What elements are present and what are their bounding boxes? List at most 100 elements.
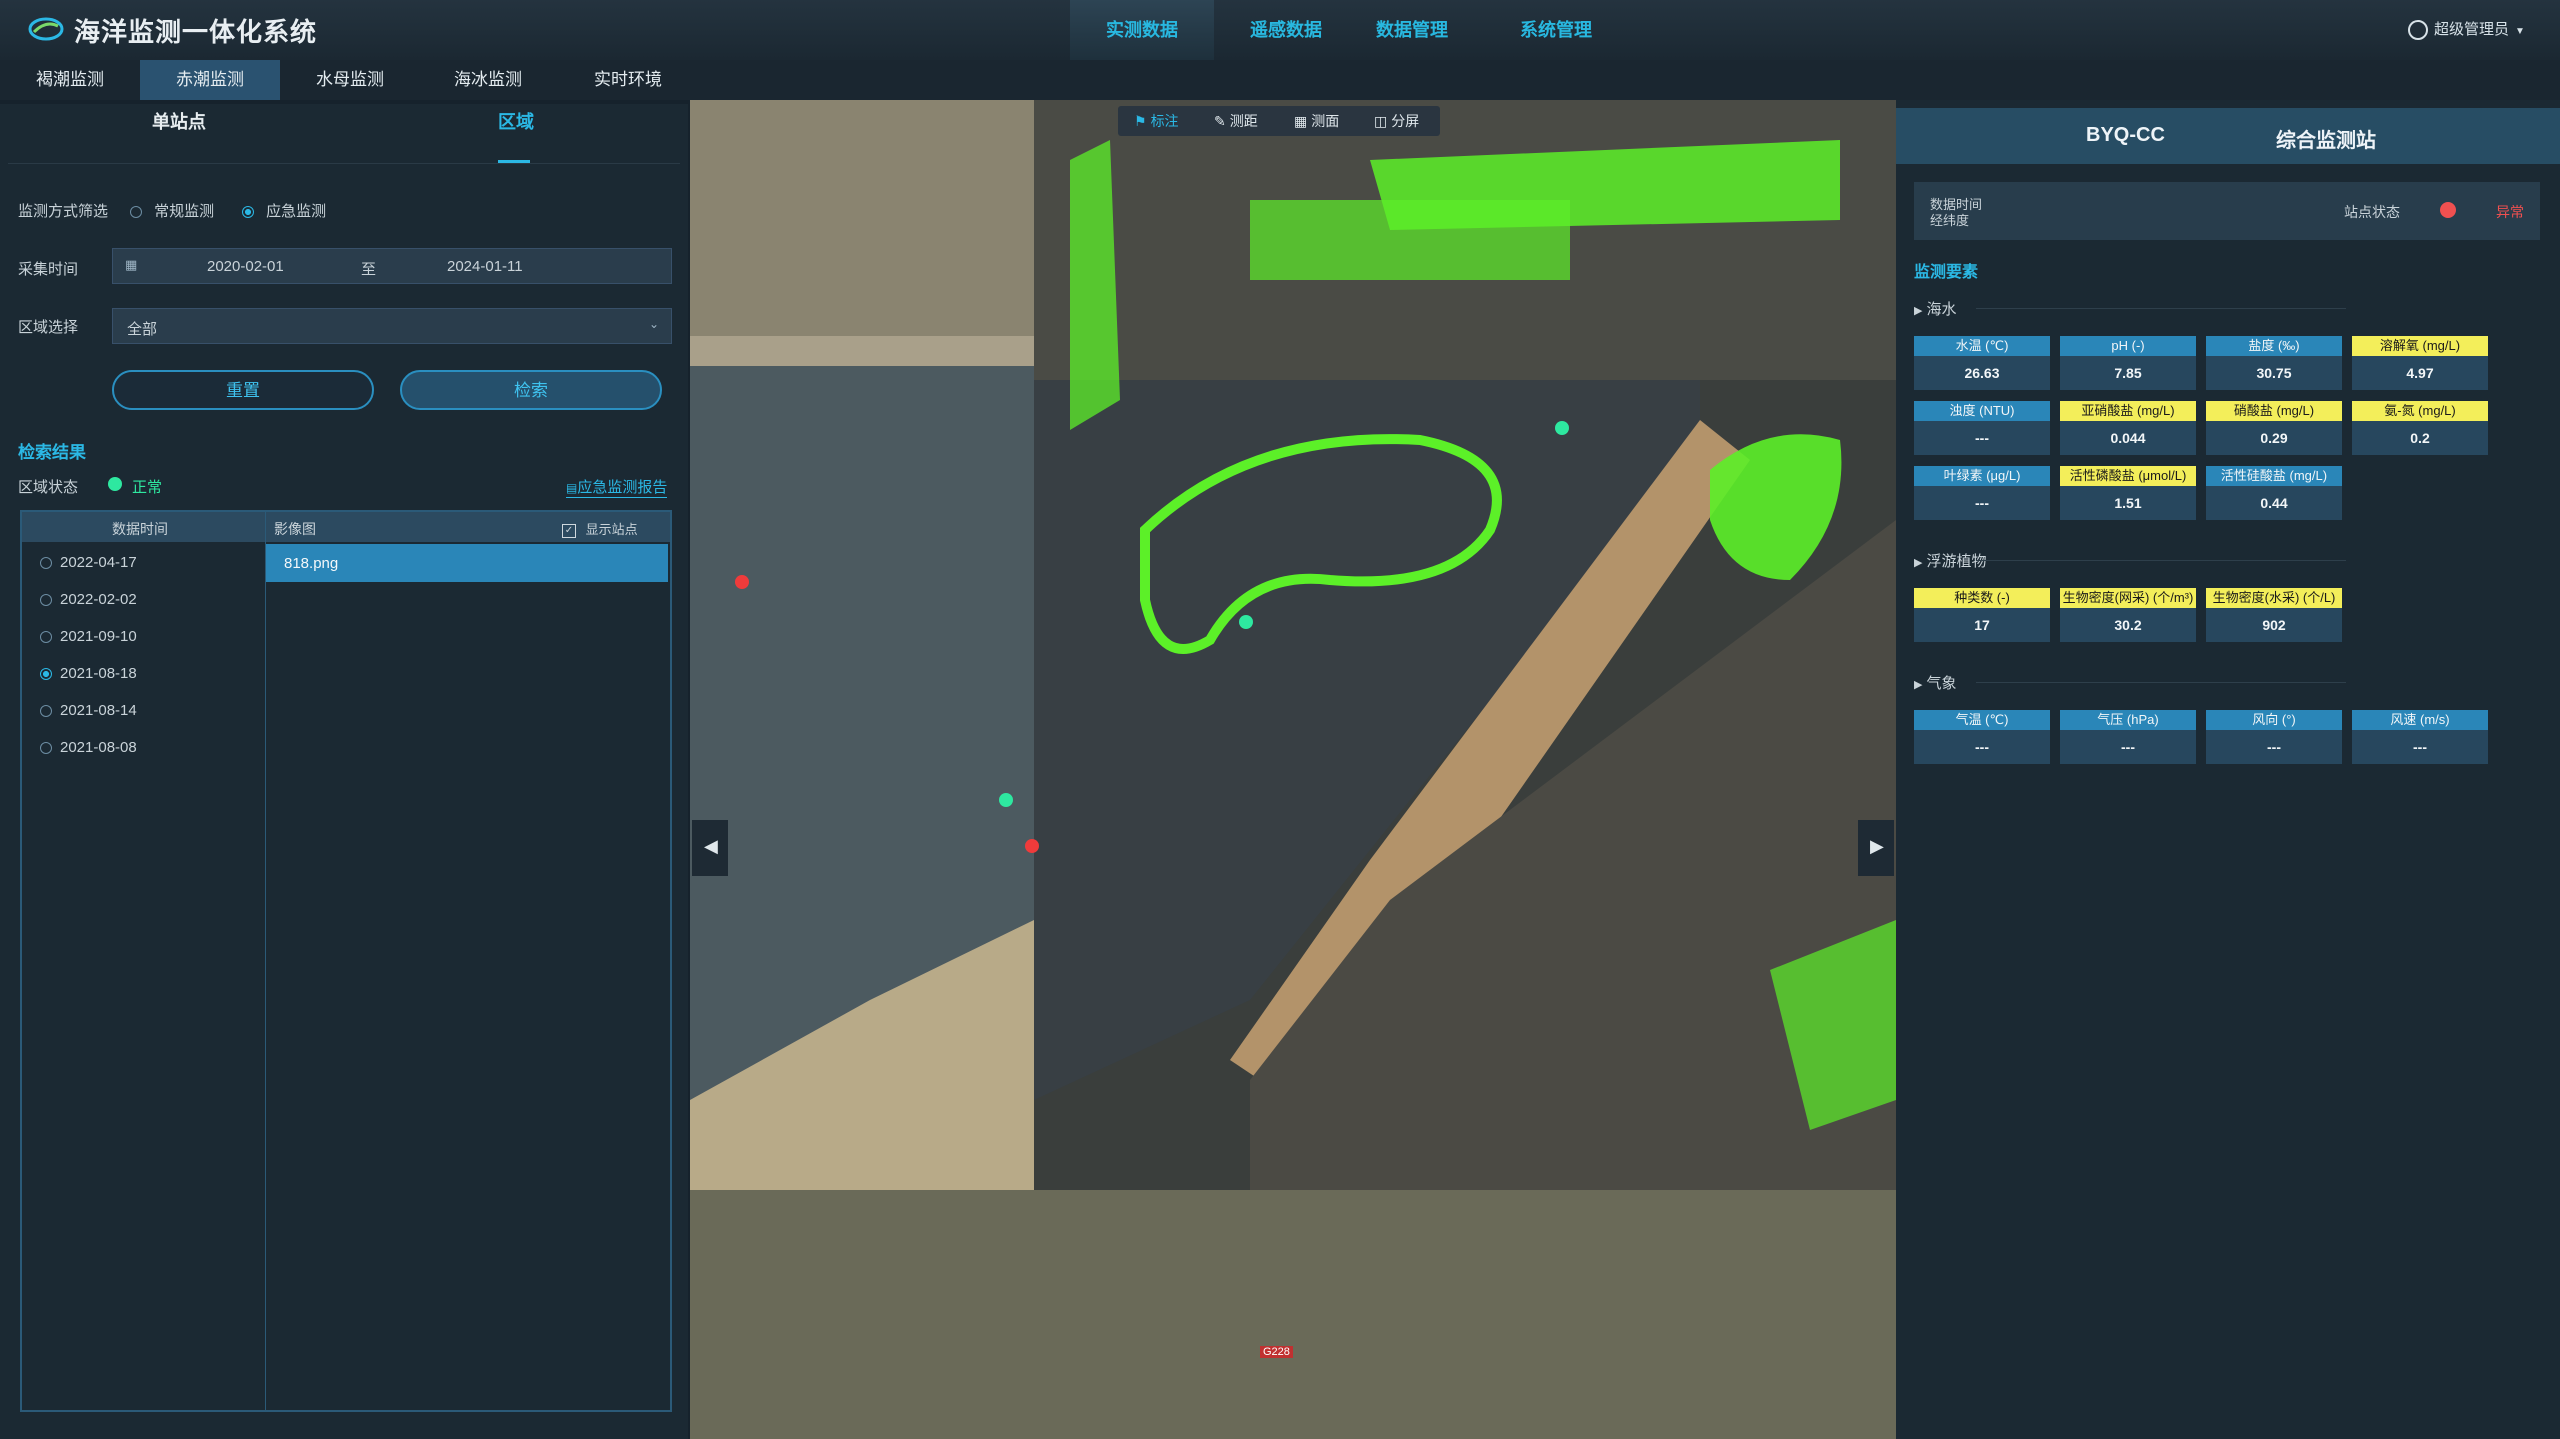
- search-button[interactable]: 检索: [400, 370, 662, 410]
- area-icon: ▦: [1294, 113, 1308, 129]
- subnav-sea-ice[interactable]: 海冰监测: [418, 60, 558, 100]
- group-title-label: 气象: [1926, 675, 1957, 692]
- results-table: [20, 510, 672, 1412]
- metric-label: 活性硅酸盐 (mg/L): [2206, 466, 2342, 486]
- radio-icon: [40, 742, 52, 755]
- metric-value: 0.044: [2060, 421, 2196, 455]
- metric-value: 17: [1914, 608, 2050, 642]
- radio-emergency-label: 应急监测: [266, 203, 327, 220]
- subnav-realtime-env[interactable]: 实时环境: [558, 60, 698, 100]
- expand-arrow-icon: ▶: [1914, 679, 1923, 691]
- image-row-selected[interactable]: 818.png: [266, 544, 668, 582]
- user-menu[interactable]: 超级管理员 ▼: [2408, 18, 2525, 41]
- results-title: 检索结果: [18, 443, 86, 462]
- subnav-red-tide[interactable]: 赤潮监测: [140, 60, 280, 100]
- group-title-label: 海水: [1926, 301, 1957, 318]
- date-row[interactable]: 2022-04-17: [40, 554, 137, 571]
- toolbar-area-label: 测面: [1311, 113, 1340, 129]
- metric-label: 种类数 (-): [1914, 588, 2050, 608]
- group-divider: [1976, 308, 2346, 309]
- metric-label: 生物密度(网采) (个/m³): [2060, 588, 2196, 608]
- metric-value: 30.75: [2206, 356, 2342, 390]
- toolbar-split-label: 分屏: [1391, 113, 1420, 129]
- date-range-field[interactable]: ▦ 2020-02-01 至 2024-01-11: [112, 248, 672, 284]
- date-row[interactable]: 2021-08-08: [40, 739, 137, 756]
- metric-label: 水温 (℃): [1914, 336, 2050, 356]
- date-start[interactable]: 2020-02-01: [207, 258, 284, 275]
- toolbar-mark-label: 标注: [1150, 113, 1179, 129]
- caret-down-icon: ▼: [2515, 26, 2525, 37]
- metric-label: 硝酸盐 (mg/L): [2206, 401, 2342, 421]
- date-row-label: 2021-08-08: [60, 739, 137, 756]
- radio-icon: [242, 206, 254, 219]
- group-title[interactable]: ▶ 气象: [1914, 672, 1956, 693]
- group-title-label: 浮游植物: [1926, 553, 1987, 570]
- app-logo-icon: [28, 17, 64, 41]
- metric-value: ---: [2060, 730, 2196, 764]
- show-sites-checkbox[interactable]: ✓ 显示站点: [562, 519, 638, 538]
- tab-region[interactable]: 区域: [498, 108, 534, 134]
- map-view[interactable]: [690, 100, 1896, 1439]
- nav-system-management[interactable]: 系统管理: [1484, 0, 1628, 60]
- metric-label: 风向 (°): [2206, 710, 2342, 730]
- date-row[interactable]: 2021-08-18: [40, 665, 137, 682]
- metric-label: 氨-氮 (mg/L): [2352, 401, 2488, 421]
- metric-value: 4.97: [2352, 356, 2488, 390]
- date-row[interactable]: 2021-09-10: [40, 628, 137, 645]
- metric-label: 气温 (℃): [1914, 710, 2050, 730]
- reset-button[interactable]: 重置: [112, 370, 374, 410]
- flag-icon: ⚑: [1134, 113, 1147, 129]
- metric-label: 生物密度(水采) (个/L): [2206, 588, 2342, 608]
- metric-label: 叶绿素 (μg/L): [1914, 466, 2050, 486]
- collapse-right-button[interactable]: ▶: [1858, 820, 1894, 876]
- subnav-brown-tide[interactable]: 褐潮监测: [0, 60, 140, 100]
- toolbar-measure-area[interactable]: ▦ 测面: [1294, 106, 1339, 136]
- date-end[interactable]: 2024-01-11: [447, 258, 523, 275]
- region-status-label: 区域状态: [18, 479, 79, 496]
- group-divider: [1976, 682, 2346, 683]
- radio-icon: [130, 206, 142, 219]
- col-image: 影像图: [274, 521, 316, 537]
- app-title: 海洋监测一体化系统: [74, 17, 318, 47]
- toolbar-mark[interactable]: ⚑ 标注: [1134, 106, 1179, 136]
- checkbox-checked-icon: ✓: [562, 523, 576, 538]
- elements-title: 监测要素: [1914, 264, 1979, 281]
- subnav-jellyfish[interactable]: 水母监测: [280, 60, 420, 100]
- metric-value: ---: [2206, 730, 2342, 764]
- region-select[interactable]: 全部 ⌄: [112, 308, 672, 344]
- metric-value: 0.44: [2206, 486, 2342, 520]
- nav-data-management[interactable]: 数据管理: [1340, 0, 1484, 60]
- toolbar-split-screen[interactable]: ◫ 分屏: [1374, 106, 1419, 136]
- group-divider: [1976, 560, 2346, 561]
- station-header: BYQ-CC 综合监测站: [1896, 108, 2560, 164]
- metric-value: ---: [1914, 421, 2050, 455]
- radio-icon: [40, 631, 52, 644]
- date-row[interactable]: 2022-02-02: [40, 591, 137, 608]
- region-select-value: 全部: [127, 321, 158, 338]
- emergency-report-label: 应急监测报告: [577, 479, 668, 496]
- date-row-label: 2021-08-18: [60, 665, 137, 682]
- nav-measured-data[interactable]: 实测数据: [1070, 0, 1214, 60]
- radio-regular[interactable]: 常规监测: [130, 200, 214, 221]
- nav-remote-sensing[interactable]: 遥感数据: [1214, 0, 1358, 60]
- metric-value: 1.51: [2060, 486, 2196, 520]
- date-row[interactable]: 2021-08-14: [40, 702, 137, 719]
- metric-label: 盐度 (‰): [2206, 336, 2342, 356]
- image-filename: 818.png: [284, 555, 339, 572]
- tab-single-station[interactable]: 单站点: [152, 108, 206, 134]
- metric-value: 26.63: [1914, 356, 2050, 390]
- emergency-report-link[interactable]: ▤应急监测报告: [566, 476, 668, 498]
- metric-value: 30.2: [2060, 608, 2196, 642]
- radio-emergency[interactable]: 应急监测: [242, 200, 326, 221]
- metric-value: 0.29: [2206, 421, 2342, 455]
- radio-regular-label: 常规监测: [154, 203, 215, 220]
- date-separator: 至: [361, 261, 377, 278]
- station-status-value: 异常: [2496, 204, 2524, 220]
- collapse-left-button[interactable]: ◀: [692, 820, 728, 876]
- group-title[interactable]: ▶ 海水: [1914, 298, 1956, 319]
- toolbar-measure-distance[interactable]: ✎ 测距: [1214, 106, 1258, 136]
- date-row-label: 2021-08-14: [60, 702, 137, 719]
- radio-icon: [40, 557, 52, 570]
- metric-value: ---: [2352, 730, 2488, 764]
- metric-value: ---: [1914, 486, 2050, 520]
